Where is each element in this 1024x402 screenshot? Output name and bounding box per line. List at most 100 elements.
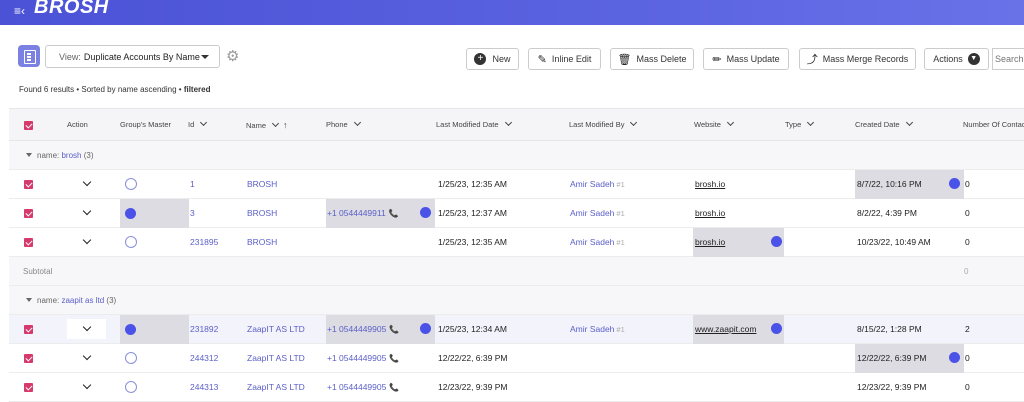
row-checkbox[interactable] [24, 209, 33, 218]
actions-label: Actions [933, 54, 963, 64]
created-cell: 8/2/22, 4:39 PM [857, 208, 918, 218]
chevron-down-icon[interactable] [82, 235, 92, 245]
collapse-triangle-icon[interactable] [26, 298, 32, 302]
id-cell[interactable]: 231892 [190, 324, 218, 334]
row-checkbox[interactable] [24, 180, 33, 189]
website-cell[interactable]: brosh.io [695, 208, 725, 218]
website-cell[interactable]: www.zaapit.com [695, 324, 756, 334]
col-number-of-contacts[interactable]: Number Of Contac [963, 120, 1024, 129]
table-row[interactable]: 3 BROSH +1 0544449911 📞 1/25/23, 12:37 AM… [9, 199, 1024, 228]
name-cell[interactable]: ZaapIT AS LTD [247, 382, 305, 392]
col-name[interactable]: Name ↑ [246, 119, 288, 130]
col-last-modified-date[interactable]: Last Modified Date [436, 118, 512, 129]
selected-dot-icon[interactable] [949, 352, 960, 363]
phone-cell[interactable]: +1 0544449905 📞 [327, 382, 399, 392]
view-label: View: [59, 51, 81, 62]
mass-update-label: Mass Update [726, 54, 780, 64]
name-cell[interactable]: ZaapIT AS LTD [247, 324, 305, 334]
mass-merge-button[interactable]: ⤴ Mass Merge Records [799, 48, 916, 70]
chevron-down-icon[interactable] [82, 351, 92, 361]
table-row[interactable]: 1 BROSH 1/25/23, 12:35 AM Amir Sadeh #1 b… [9, 170, 1024, 199]
chevron-down-icon [271, 119, 280, 128]
mass-merge-label: Mass Merge Records [822, 54, 909, 64]
phone-icon: 📞 [389, 354, 400, 363]
modified-by-cell[interactable]: Amir Sadeh #1 [570, 324, 625, 334]
name-cell[interactable]: BROSH [247, 179, 277, 189]
id-cell[interactable]: 1 [190, 179, 195, 189]
modified-cell: 12/23/22, 9:39 PM [438, 382, 508, 392]
mass-delete-button[interactable]: 🗑 Mass Delete [610, 48, 694, 70]
col-website[interactable]: Website [694, 118, 735, 129]
sort-ascending-icon: ↑ [283, 120, 288, 130]
inline-edit-button[interactable]: ✎ Inline Edit [528, 48, 601, 70]
phone-icon: 📞 [388, 209, 399, 218]
id-cell[interactable]: 244312 [190, 353, 218, 363]
search-input[interactable] [992, 48, 1024, 70]
new-button[interactable]: + New [466, 48, 519, 70]
created-cell: 8/7/22, 10:16 PM [857, 179, 922, 189]
top-bar: ≡‹ BROSH [0, 0, 1024, 25]
collapse-triangle-icon[interactable] [26, 153, 32, 157]
row-checkbox[interactable] [24, 354, 33, 363]
chevron-down-icon [200, 118, 208, 127]
gear-icon[interactable]: ⚙ [226, 47, 239, 65]
chevron-down-icon[interactable] [82, 177, 92, 187]
merge-icon: ⤴ [806, 54, 818, 66]
chevron-down-icon[interactable] [82, 380, 92, 390]
modified-by-cell[interactable]: Amir Sadeh #1 [570, 237, 625, 247]
id-cell[interactable]: 231895 [190, 237, 218, 247]
col-type[interactable]: Type [785, 118, 815, 129]
table-row[interactable]: 244312 ZaapIT AS LTD +1 0544449905 📞 12/2… [9, 344, 1024, 373]
view-selector[interactable]: View: Duplicate Accounts By Name [45, 45, 220, 68]
phone-icon: 📞 [389, 325, 400, 334]
selected-master-dot-icon[interactable] [125, 208, 136, 219]
name-cell[interactable]: ZaapIT AS LTD [247, 353, 305, 363]
chevron-down-icon [353, 118, 361, 127]
master-radio[interactable] [125, 178, 137, 190]
row-checkbox[interactable] [24, 383, 33, 392]
phone-cell[interactable]: +1 0544449905 📞 [327, 353, 399, 363]
selected-dot-icon[interactable] [949, 178, 960, 189]
chevron-down-icon [807, 118, 815, 127]
contacts-cell: 0 [965, 208, 970, 218]
modified-cell: 1/25/23, 12:34 AM [438, 324, 507, 334]
contacts-cell: 0 [965, 382, 970, 392]
modified-cell: 1/25/23, 12:37 AM [438, 208, 507, 218]
master-radio[interactable] [125, 352, 137, 364]
table-row[interactable]: 231895 BROSH 1/25/23, 12:35 AM Amir Sade… [9, 228, 1024, 257]
select-all-checkbox[interactable] [24, 121, 33, 130]
group-header-brosh[interactable]: name: brosh (3) [9, 141, 1024, 170]
website-cell[interactable]: brosh.io [695, 237, 725, 247]
phone-cell[interactable]: +1 0544449905 📞 [327, 324, 399, 334]
selected-dot-icon[interactable] [771, 323, 782, 334]
modified-by-cell[interactable]: Amir Sadeh #1 [570, 179, 625, 189]
selected-dot-icon[interactable] [771, 236, 782, 247]
modified-by-cell[interactable]: Amir Sadeh #1 [570, 208, 625, 218]
master-radio[interactable] [125, 381, 137, 393]
selected-dot-icon[interactable] [420, 323, 431, 334]
col-created-date[interactable]: Created Date [855, 118, 913, 129]
name-cell[interactable]: BROSH [247, 237, 277, 247]
phone-cell[interactable]: +1 0544449911 📞 [327, 208, 399, 218]
row-checkbox[interactable] [24, 325, 33, 334]
row-checkbox[interactable] [24, 238, 33, 247]
group-header-zaapit[interactable]: name: zaapit as ltd (3) [9, 286, 1024, 315]
chevron-down-icon[interactable] [82, 206, 92, 216]
id-cell[interactable]: 244313 [190, 382, 218, 392]
col-id[interactable]: Id [188, 118, 208, 129]
id-cell[interactable]: 3 [190, 208, 195, 218]
col-last-modified-by[interactable]: Last Modified By [569, 118, 638, 129]
actions-button[interactable]: Actions ▼ [924, 48, 989, 70]
selected-dot-icon[interactable] [420, 207, 431, 218]
menu-collapse-icon[interactable]: ≡‹ [14, 4, 25, 18]
selected-master-dot-icon[interactable] [125, 324, 136, 335]
mass-update-button[interactable]: ✏ Mass Update [703, 48, 789, 70]
col-phone[interactable]: Phone [326, 118, 361, 129]
website-cell[interactable]: brosh.io [695, 179, 725, 189]
table-row[interactable]: 231892 ZaapIT AS LTD +1 0544449905 📞 1/25… [9, 315, 1024, 344]
new-button-label: New [492, 54, 511, 64]
subtotal-row: Subtotal 0 [9, 257, 1024, 286]
name-cell[interactable]: BROSH [247, 208, 277, 218]
master-radio[interactable] [125, 236, 137, 248]
table-row[interactable]: 244313 ZaapIT AS LTD +1 0544449905 📞 12/2… [9, 373, 1024, 402]
